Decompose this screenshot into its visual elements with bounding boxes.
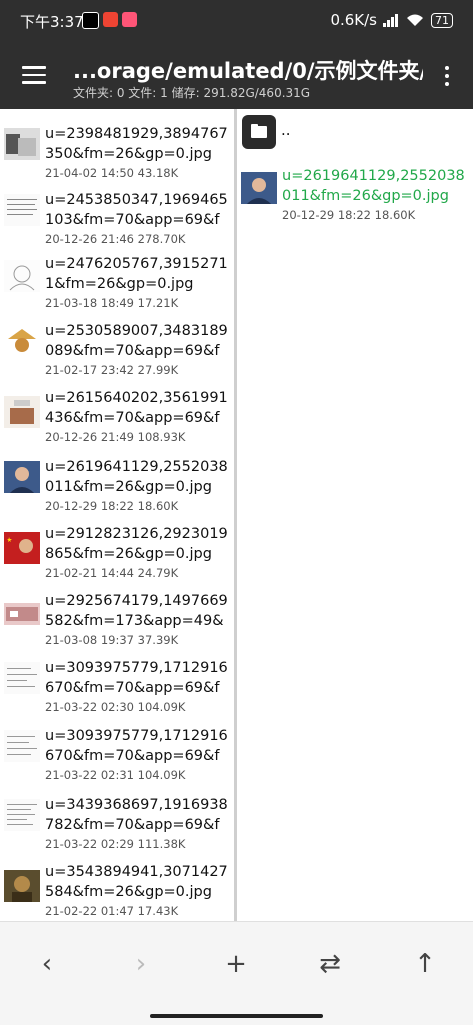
file-thumbnail: [241, 172, 277, 204]
file-thumbnail: [4, 662, 40, 694]
home-indicator[interactable]: [150, 1014, 323, 1018]
path-stats: 文件夹: 0 文件: 1 储存: 291.82G/460.31G: [73, 86, 311, 100]
notification-icons: [82, 12, 137, 29]
file-meta: 21-03-22 02:29 111.38K: [45, 837, 186, 851]
file-meta: 20-12-26 21:46 278.70K: [45, 232, 186, 246]
file-item[interactable]: u=2398481929,3894767350&fm=26&gp=0.jpg 2…: [0, 124, 234, 194]
file-meta: 20-12-29 18:22 18.60K: [282, 208, 416, 222]
file-item[interactable]: u=2476205767,39152711&fm=26&gp=0.jpg 21-…: [0, 254, 234, 324]
left-pane[interactable]: u=2398481929,3894767350&fm=26&gp=0.jpg 2…: [0, 109, 234, 921]
parent-folder-item[interactable]: ..: [237, 115, 473, 155]
file-meta: 21-03-18 18:49 17.21K: [45, 296, 179, 310]
file-thumbnail: [4, 128, 40, 160]
file-name: u=3543894941,3071427584&fm=26&gp=0.jpg: [45, 864, 228, 900]
file-thumbnail: [4, 325, 40, 357]
file-name: u=2619641129,2552038011&fm=26&gp=0.jpg: [282, 168, 465, 204]
file-name: u=3439368697,1916938782&fm=70&app=69&f=J…: [45, 797, 228, 833]
battery-icon: 71: [431, 12, 453, 28]
right-pane[interactable]: .. u=2619641129,2552038011&fm=26&gp=0.jp…: [237, 109, 473, 921]
file-thumbnail: [4, 603, 40, 625]
status-bar: 下午3:37 0.6K/s 71: [0, 0, 473, 42]
file-name: u=2398481929,3894767350&fm=26&gp=0.jpg: [45, 126, 228, 162]
file-item[interactable]: u=2619641129,2552038011&fm=26&gp=0.jpg 2…: [0, 457, 234, 527]
add-button[interactable]: +: [214, 942, 258, 986]
status-time: 下午3:37: [20, 13, 84, 31]
menu-icon[interactable]: [22, 66, 46, 84]
file-name: u=2530589007,3483189089&fm=70&app=69&f=…: [45, 323, 228, 359]
file-thumbnail: [4, 799, 40, 831]
file-item[interactable]: u=2615640202,3561991436&fm=70&app=69&f=……: [0, 388, 234, 458]
up-directory-button[interactable]: ↑: [403, 942, 447, 986]
qq-icon: [82, 12, 99, 29]
file-name: u=3093975779,1712916670&fm=70&app=69&f=J…: [45, 728, 228, 764]
file-thumbnail: [4, 396, 40, 428]
swap-panes-button[interactable]: ⇄: [308, 942, 352, 986]
net-speed: 0.6K/s: [330, 11, 377, 29]
file-item[interactable]: u=3093975779,1712916670&fm=70&app=69&f=J…: [0, 726, 234, 796]
file-name: u=2912823126,2923019865&fm=26&gp=0.jpg: [45, 526, 228, 562]
parent-folder-label: ..: [281, 121, 291, 139]
file-name: u=2925674179,1497669582&fm=173&app=49&f…: [45, 593, 228, 629]
file-name: u=3093975779,1712916670&fm=70&app=69&f=J…: [45, 660, 228, 696]
bottom-toolbar: ‹ › + ⇄ ↑: [0, 921, 473, 1025]
status-right: 0.6K/s 71: [330, 11, 453, 29]
file-item[interactable]: u=2530589007,3483189089&fm=70&app=69&f=……: [0, 321, 234, 391]
file-meta: 21-04-02 14:50 43.18K: [45, 166, 179, 180]
file-thumbnail: [4, 870, 40, 902]
file-meta: 21-03-08 19:37 37.39K: [45, 633, 179, 647]
app-notification-icon: [122, 12, 137, 27]
wifi-icon: [405, 13, 425, 27]
file-thumbnail: [4, 532, 40, 564]
back-button[interactable]: ‹: [25, 942, 69, 986]
forward-button[interactable]: ›: [119, 942, 163, 986]
file-meta: 20-12-26 21:49 108.93K: [45, 430, 186, 444]
file-meta: 21-03-22 02:31 104.09K: [45, 768, 186, 782]
file-name: u=2476205767,39152711&fm=26&gp=0.jpg: [45, 256, 228, 292]
file-item[interactable]: u=3093975779,1712916670&fm=70&app=69&f=J…: [0, 658, 234, 728]
file-item[interactable]: u=2925674179,1497669582&fm=173&app=49&f……: [0, 591, 234, 661]
file-thumbnail: [4, 461, 40, 493]
file-name: u=2615640202,3561991436&fm=70&app=69&f=…: [45, 390, 228, 426]
file-meta: 20-12-29 18:22 18.60K: [45, 499, 179, 513]
app-notification-icon: [103, 12, 118, 27]
file-thumbnail: [4, 194, 40, 226]
file-thumbnail: [4, 730, 40, 762]
file-thumbnail: [4, 260, 40, 292]
toolbar: ...orage/emulated/0/示例文件夹/ 文件夹: 0 文件: 1 …: [0, 42, 473, 109]
file-item[interactable]: u=2912823126,2923019865&fm=26&gp=0.jpg 2…: [0, 524, 234, 594]
file-name: u=2619641129,2552038011&fm=26&gp=0.jpg: [45, 459, 228, 495]
file-item[interactable]: u=3439368697,1916938782&fm=70&app=69&f=J…: [0, 795, 234, 865]
current-path: ...orage/emulated/0/示例文件夹/: [73, 59, 423, 83]
signal-icon: [383, 13, 399, 27]
more-options-icon[interactable]: [444, 66, 450, 86]
file-name: u=2453850347,1969465103&fm=70&app=69&f=…: [45, 192, 228, 228]
file-meta: 21-02-21 14:44 24.79K: [45, 566, 179, 580]
file-item[interactable]: u=2453850347,1969465103&fm=70&app=69&f=……: [0, 190, 234, 260]
file-item[interactable]: u=3543894941,3071427584&fm=26&gp=0.jpg 2…: [0, 862, 234, 921]
file-meta: 21-02-22 01:47 17.43K: [45, 904, 179, 918]
file-meta: 21-02-17 23:42 27.99K: [45, 363, 179, 377]
selected-file-item[interactable]: u=2619641129,2552038011&fm=26&gp=0.jpg 2…: [237, 166, 473, 236]
file-meta: 21-03-22 02:30 104.09K: [45, 700, 186, 714]
folder-icon: [242, 115, 276, 149]
